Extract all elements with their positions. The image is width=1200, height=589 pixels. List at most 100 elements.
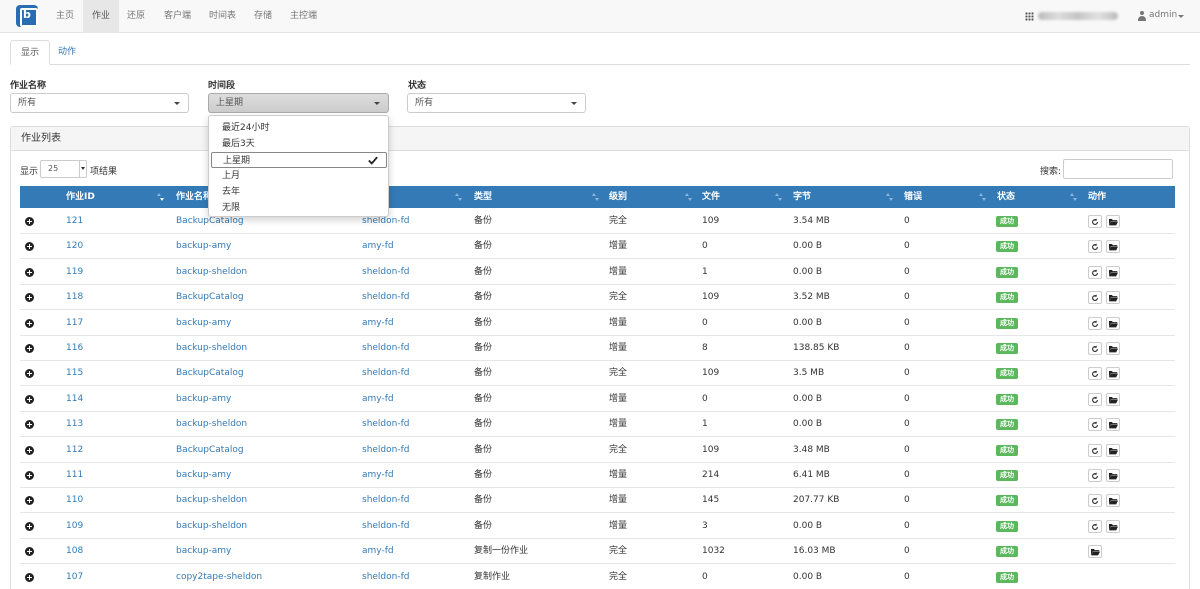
tab-show[interactable]: 显示 bbox=[10, 40, 51, 65]
bareos-logo[interactable]: b bbox=[16, 5, 38, 27]
period-option[interactable]: 最近24小时 bbox=[209, 120, 388, 136]
rerun-refresh-icon[interactable] bbox=[1088, 519, 1102, 533]
rerun-refresh-icon[interactable] bbox=[1088, 342, 1102, 355]
cell-id[interactable]: 112 bbox=[66, 438, 83, 463]
cell-id[interactable]: 113 bbox=[66, 412, 83, 437]
cell-id[interactable]: 118 bbox=[66, 285, 83, 310]
cell-name[interactable]: copy2tape-sheldon bbox=[176, 565, 262, 589]
cell-client[interactable]: sheldon-fd bbox=[362, 361, 409, 386]
cell-client[interactable]: sheldon-fd bbox=[362, 336, 409, 361]
period-option[interactable]: 上月 bbox=[209, 168, 388, 184]
cell-client[interactable]: amy-fd bbox=[362, 234, 394, 259]
cell-client[interactable]: sheldon-fd bbox=[362, 260, 409, 285]
expand-plus-icon[interactable] bbox=[25, 572, 34, 582]
cell-name[interactable]: backup-amy bbox=[176, 539, 231, 564]
period-option[interactable]: 去年 bbox=[209, 184, 388, 200]
cell-id[interactable]: 110 bbox=[66, 488, 83, 513]
rerun-refresh-icon[interactable] bbox=[1088, 316, 1102, 330]
nav-item[interactable]: 时间表 bbox=[200, 0, 245, 33]
column-header[interactable]: 字节 bbox=[793, 186, 811, 208]
cell-client[interactable]: sheldon-fd bbox=[362, 285, 409, 310]
cell-name[interactable]: backup-sheldon bbox=[176, 514, 247, 539]
nav-item[interactable]: 存储 bbox=[245, 0, 281, 33]
cell-name[interactable]: backup-sheldon bbox=[176, 488, 247, 513]
column-header[interactable]: 类型 bbox=[474, 186, 492, 208]
cell-id[interactable]: 107 bbox=[66, 565, 83, 589]
expand-plus-icon[interactable] bbox=[25, 471, 34, 480]
cell-client[interactable]: amy-fd bbox=[362, 387, 394, 412]
cell-name[interactable]: backup-amy bbox=[176, 463, 231, 488]
restore-folder-icon[interactable] bbox=[1106, 342, 1120, 355]
expand-plus-icon[interactable] bbox=[25, 267, 34, 277]
rerun-refresh-icon[interactable] bbox=[1088, 443, 1102, 457]
status-select[interactable]: 所有 bbox=[407, 93, 586, 113]
page-length-select[interactable]: 25 bbox=[40, 160, 87, 178]
cell-name[interactable]: backup-amy bbox=[176, 387, 231, 412]
spinner-icon[interactable] bbox=[79, 161, 86, 177]
rerun-refresh-icon[interactable] bbox=[1088, 215, 1102, 228]
cell-client[interactable]: amy-fd bbox=[362, 463, 394, 488]
cell-id[interactable]: 115 bbox=[66, 361, 83, 386]
cell-id[interactable]: 114 bbox=[66, 387, 83, 412]
tab-actions[interactable]: 动作 bbox=[48, 40, 86, 65]
cell-client[interactable]: sheldon-fd bbox=[362, 488, 409, 513]
expand-plus-icon[interactable] bbox=[25, 445, 34, 455]
cell-name[interactable]: BackupCatalog bbox=[176, 285, 244, 310]
cell-id[interactable]: 117 bbox=[66, 311, 83, 336]
column-header[interactable]: 错误 bbox=[904, 186, 922, 208]
cell-id[interactable]: 108 bbox=[66, 539, 83, 564]
column-header[interactable]: 级别 bbox=[609, 186, 627, 208]
expand-plus-icon[interactable] bbox=[25, 318, 34, 328]
apps-grid-icon[interactable] bbox=[1025, 12, 1034, 21]
restore-folder-icon[interactable] bbox=[1106, 240, 1120, 254]
rerun-refresh-icon[interactable] bbox=[1088, 240, 1102, 254]
expand-plus-icon[interactable] bbox=[25, 521, 34, 531]
restore-folder-icon[interactable] bbox=[1088, 545, 1102, 559]
expand-plus-icon[interactable] bbox=[25, 369, 34, 379]
cell-client[interactable]: sheldon-fd bbox=[362, 438, 409, 463]
restore-folder-icon[interactable] bbox=[1106, 316, 1120, 330]
period-select[interactable]: 上星期 bbox=[208, 93, 389, 113]
cell-name[interactable]: backup-sheldon bbox=[176, 336, 247, 361]
rerun-refresh-icon[interactable] bbox=[1088, 367, 1102, 381]
restore-folder-icon[interactable] bbox=[1106, 519, 1120, 533]
cell-client[interactable]: sheldon-fd bbox=[362, 514, 409, 539]
column-header[interactable]: 文件 bbox=[702, 186, 720, 208]
restore-folder-icon[interactable] bbox=[1106, 215, 1120, 228]
column-header[interactable]: 作业名称 bbox=[176, 186, 212, 208]
nav-item[interactable]: 作业 bbox=[83, 0, 120, 33]
cell-client[interactable]: sheldon-fd bbox=[362, 565, 409, 589]
nav-item[interactable]: 还原 bbox=[118, 0, 154, 33]
cell-id[interactable]: 109 bbox=[66, 514, 83, 539]
column-header[interactable]: 动作 bbox=[1088, 186, 1106, 208]
cell-id[interactable]: 120 bbox=[66, 234, 83, 259]
restore-folder-icon[interactable] bbox=[1106, 494, 1120, 508]
nav-item[interactable]: 主页 bbox=[47, 0, 83, 33]
expand-plus-icon[interactable] bbox=[25, 496, 34, 506]
cell-id[interactable]: 119 bbox=[66, 260, 83, 285]
rerun-refresh-icon[interactable] bbox=[1088, 265, 1102, 279]
expand-plus-icon[interactable] bbox=[25, 293, 34, 303]
expand-plus-icon[interactable] bbox=[25, 217, 34, 226]
cell-name[interactable]: backup-sheldon bbox=[176, 260, 247, 285]
cell-name[interactable]: BackupCatalog bbox=[176, 361, 244, 386]
column-header[interactable]: 作业ID bbox=[66, 186, 95, 208]
rerun-refresh-icon[interactable] bbox=[1088, 494, 1102, 508]
cell-name[interactable]: backup-amy bbox=[176, 311, 231, 336]
restore-folder-icon[interactable] bbox=[1106, 291, 1120, 305]
nav-item[interactable]: 主控端 bbox=[281, 0, 326, 33]
cell-client[interactable]: amy-fd bbox=[362, 311, 394, 336]
rerun-refresh-icon[interactable] bbox=[1088, 291, 1102, 305]
restore-folder-icon[interactable] bbox=[1106, 469, 1120, 482]
rerun-refresh-icon[interactable] bbox=[1088, 392, 1102, 406]
cell-client[interactable]: sheldon-fd bbox=[362, 412, 409, 437]
cell-id[interactable]: 111 bbox=[66, 463, 83, 488]
expand-plus-icon[interactable] bbox=[25, 394, 34, 404]
expand-plus-icon[interactable] bbox=[25, 547, 34, 557]
user-menu[interactable]: admin bbox=[1149, 10, 1177, 20]
cell-name[interactable]: BackupCatalog bbox=[176, 438, 244, 463]
restore-folder-icon[interactable] bbox=[1106, 367, 1120, 381]
nav-item[interactable]: 客户端 bbox=[155, 0, 200, 33]
cell-client[interactable]: amy-fd bbox=[362, 539, 394, 564]
restore-folder-icon[interactable] bbox=[1106, 265, 1120, 279]
